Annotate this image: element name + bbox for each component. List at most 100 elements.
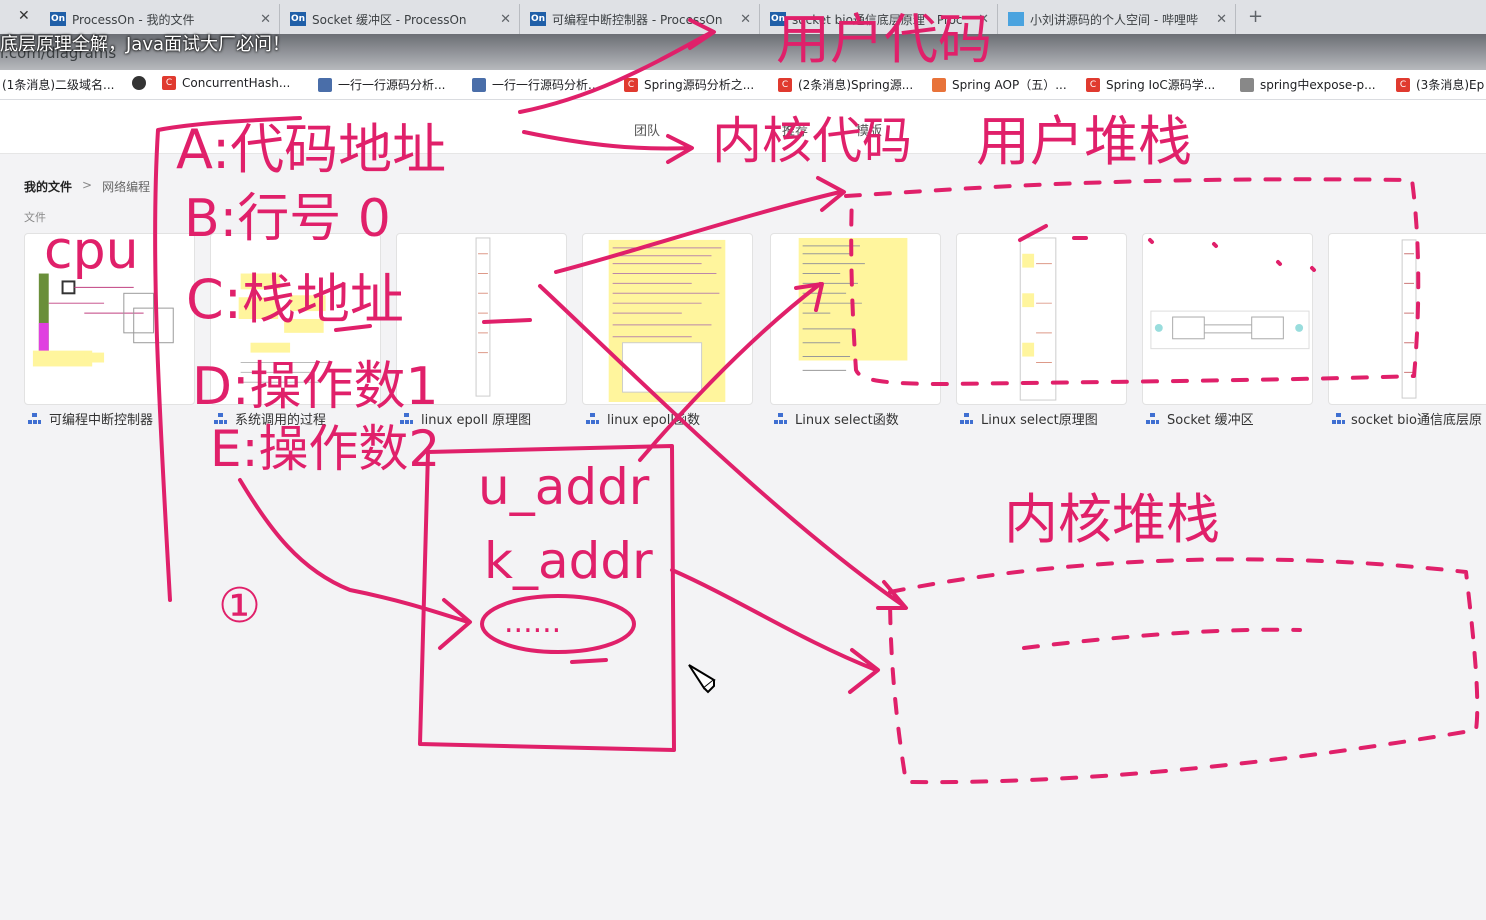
pen-cursor-icon	[688, 664, 716, 694]
file-card-syscall-process[interactable]	[210, 233, 381, 405]
file-name[interactable]: socket bio通信底层原	[1332, 409, 1482, 428]
bookmark-item[interactable]: C (2条消息)Spring源...	[778, 76, 913, 93]
bookmark-label: (1条消息)二级域名...	[2, 78, 115, 92]
tab-close-icon[interactable]: ✕	[494, 12, 511, 27]
file-card-epoll-functions[interactable]	[582, 233, 753, 405]
file-name[interactable]: Socket 缓冲区	[1146, 409, 1314, 428]
bookmark-label: Spring IoC源码学...	[1106, 78, 1216, 92]
tab-bilibili-space[interactable]: 小刘讲源码的个人空间 - 哔哩哔 ✕	[1000, 4, 1236, 34]
screen: ✕ On ProcessOn - 我的文件 ✕ On Socket 缓冲区 - …	[0, 0, 1486, 920]
processon-favicon: On	[530, 12, 546, 26]
diagram-icon	[400, 412, 413, 425]
file-card-socket-buffer[interactable]	[1142, 233, 1313, 405]
bookmark-item[interactable]: 一行一行源码分析...	[318, 76, 445, 93]
bilibili-favicon	[1008, 12, 1024, 26]
file-name[interactable]: 可编程中断控制器	[28, 409, 196, 428]
file-name[interactable]: 系统调用的过程	[214, 409, 382, 428]
bookmark-label: (3条消息)Ep	[1416, 78, 1485, 92]
file-card-select-diagram[interactable]	[956, 233, 1127, 405]
diagram-thumbnail	[798, 237, 908, 371]
csdn-icon: C	[778, 77, 792, 92]
doc-icon	[318, 77, 332, 92]
tab-close-icon[interactable]: ✕	[734, 12, 751, 27]
file-name-text: socket bio通信底层原	[1351, 413, 1482, 428]
processon-favicon: On	[50, 12, 66, 26]
close-icon[interactable]: ✕	[18, 8, 30, 24]
bookmark-label: (2条消息)Spring源...	[798, 78, 914, 92]
diagram-thumbnail	[608, 239, 726, 403]
diagram-thumbnail	[238, 273, 330, 383]
breadcrumb-my-files[interactable]: 我的文件	[24, 178, 72, 195]
bookmark-item[interactable]: 一行一行源码分析...	[472, 76, 599, 93]
bookmark-item[interactable]: spring中expose-p...	[1240, 76, 1376, 93]
file-name-text: 系统调用的过程	[235, 413, 327, 428]
nav-team[interactable]: 团队	[634, 120, 660, 139]
chevron-right-icon: >	[82, 178, 93, 192]
file-name-text: linux epoll函数	[607, 413, 700, 428]
file-name-text: 可编程中断控制器	[49, 413, 154, 428]
bookmark-label: Spring AOP（五）...	[952, 78, 1067, 92]
tab-close-icon[interactable]: ✕	[1210, 12, 1227, 27]
bookmarks-bar: (1条消息)二级域名... C ConcurrentHash... 一行一行源码分…	[0, 70, 1486, 100]
breadcrumb: 我的文件 > 网络编程	[24, 178, 150, 195]
diagram-icon	[960, 412, 973, 425]
nav-templates[interactable]: 模版	[856, 120, 882, 139]
tab-title: 小刘讲源码的个人空间 - 哔哩哔	[1030, 12, 1198, 27]
bookmark-item[interactable]: (1条消息)二级域名...	[2, 76, 114, 93]
file-card-interrupt-controller[interactable]	[24, 233, 195, 405]
file-name-text: linux epoll 原理图	[421, 413, 532, 428]
file-card-socket-bio[interactable]	[1328, 233, 1486, 405]
globe-icon	[132, 76, 146, 90]
tab-close-icon[interactable]: ✕	[254, 12, 271, 27]
tab-socket-buffer[interactable]: On Socket 缓冲区 - ProcessOn ✕	[282, 4, 520, 34]
processon-favicon: On	[770, 12, 786, 26]
section-label: 文件	[24, 211, 46, 224]
diagram-thumbnail	[475, 237, 491, 397]
diagram-icon	[28, 412, 41, 425]
file-name[interactable]: linux epoll 原理图	[400, 409, 568, 428]
csdn-icon: C	[162, 76, 176, 90]
csdn-icon: C	[624, 77, 638, 92]
bookmark-item[interactable]	[132, 76, 152, 90]
bookmark-label: Spring源码分析之...	[644, 78, 755, 92]
tab-title: 可编程中断控制器 - ProcessOn	[552, 12, 723, 27]
bookmark-item[interactable]: Spring AOP（五）...	[932, 76, 1067, 93]
bookmark-label: 一行一行源码分析...	[338, 78, 446, 92]
bookmark-label: spring中expose-p...	[1260, 78, 1376, 92]
diagram-icon	[1146, 412, 1159, 425]
diagram-icon	[586, 412, 599, 425]
file-name[interactable]: linux epoll函数	[586, 409, 754, 428]
tab-close-icon[interactable]: ✕	[972, 12, 989, 27]
bookmark-item[interactable]: C (3条消息)Ep	[1396, 76, 1484, 93]
doc-icon	[472, 77, 486, 92]
bookmark-label: ConcurrentHash...	[182, 76, 291, 90]
processon-favicon: On	[290, 12, 306, 26]
breadcrumb-current-folder[interactable]: 网络编程	[102, 178, 150, 195]
diagram-thumbnail	[1019, 237, 1057, 401]
bookmark-item[interactable]: C Spring源码分析之...	[624, 76, 754, 93]
tab-title: Socket 缓冲区 - ProcessOn	[312, 12, 467, 27]
bookmark-item[interactable]: C ConcurrentHash...	[162, 76, 290, 90]
tab-interrupt-controller[interactable]: On 可编程中断控制器 - ProcessOn ✕	[522, 4, 760, 34]
bookmark-item[interactable]: C Spring IoC源码学...	[1086, 76, 1215, 93]
diagram-thumbnail	[1150, 310, 1310, 350]
bookmark-label: 一行一行源码分析...	[492, 78, 600, 92]
new-tab-icon[interactable]: +	[1248, 6, 1263, 27]
file-name-text: Linux select函数	[795, 413, 899, 428]
csdn-icon: C	[1396, 77, 1410, 92]
tab-title: ProcessOn - 我的文件	[72, 12, 195, 27]
file-card-epoll-diagram[interactable]	[396, 233, 567, 405]
diagram-icon	[214, 412, 227, 425]
app-header: 团队 推荐 模版	[0, 100, 1486, 154]
browser-tab-strip: ✕ On ProcessOn - 我的文件 ✕ On Socket 缓冲区 - …	[0, 0, 1486, 34]
file-name[interactable]: Linux select原理图	[960, 409, 1128, 428]
file-name[interactable]: Linux select函数	[774, 409, 942, 428]
nav-recommend[interactable]: 推荐	[782, 120, 808, 139]
diagram-icon	[774, 412, 787, 425]
csdn-icon: C	[1086, 77, 1100, 92]
diagram-icon	[1332, 412, 1346, 425]
video-title-overlay: 底层原理全解，Java面试大厂必问！	[0, 34, 291, 55]
tab-socket-bio[interactable]: On socket bio通信底层原理 - Proc ✕	[762, 4, 998, 34]
file-card-select-functions[interactable]	[770, 233, 941, 405]
jianshu-icon	[932, 77, 946, 92]
